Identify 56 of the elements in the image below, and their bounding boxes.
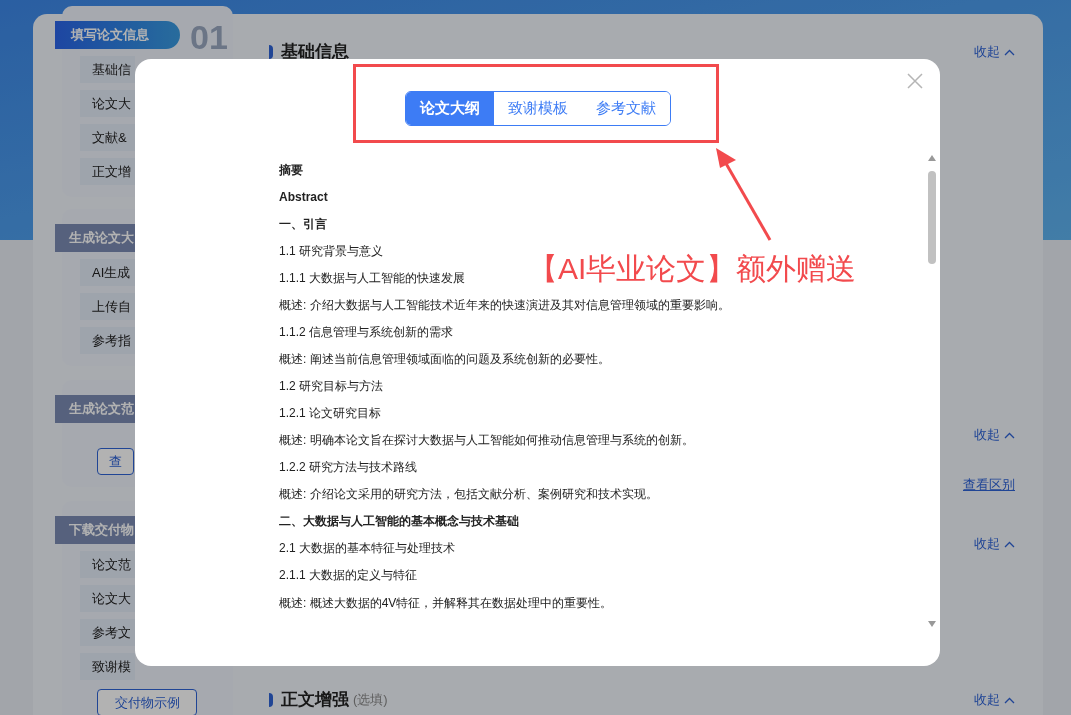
outline-line: 概述: 介绍大数据与人工智能技术近年来的快速演进及其对信息管理领域的重要影响。 xyxy=(279,296,730,314)
outline-line: 概述: 明确本论文旨在探讨大数据与人工智能如何推动信息管理与系统的创新。 xyxy=(279,432,694,450)
section-title: 基础信息 xyxy=(281,41,349,64)
sidebar-item[interactable]: AI生成 xyxy=(80,259,135,286)
collapse-toggle[interactable]: 收起 xyxy=(974,534,1015,554)
collapse-toggle[interactable]: 收起 xyxy=(974,425,1015,445)
outline-line: 1.2 研究目标与方法 xyxy=(279,378,383,396)
scroll-thumb[interactable] xyxy=(928,171,936,264)
chevron-up-icon xyxy=(1004,48,1015,56)
outline-button[interactable]: 交付物示例 xyxy=(97,689,197,715)
outline-line: 2.1.1 大数据的定义与特征 xyxy=(279,567,418,585)
step-number: 01 xyxy=(190,17,228,58)
outline-line: 1.1.1 大数据与人工智能的快速发展 xyxy=(279,269,466,287)
annotation-text: 【AI毕业论文】额外赠送 xyxy=(528,251,857,287)
scroll-down-icon xyxy=(928,621,936,627)
outline-line: 概述: 介绍论文采用的研究方法，包括文献分析、案例研究和技术实现。 xyxy=(279,486,658,504)
sidebar-item[interactable]: 论文范 xyxy=(80,551,135,578)
close-button[interactable] xyxy=(906,72,924,90)
section-marker xyxy=(269,693,273,707)
sidebar-item[interactable]: 基础信 xyxy=(80,56,135,83)
outline-line: 1.2.1 论文研究目标 xyxy=(279,405,382,423)
tab[interactable]: 论文大纲 xyxy=(405,92,494,125)
scroll-up-icon xyxy=(928,155,936,161)
section-title: 正文增强 xyxy=(281,689,349,712)
outline-line: 1.1.2 信息管理与系统创新的需求 xyxy=(279,323,454,341)
step-title: 生成论文大 xyxy=(55,224,137,252)
outline-button[interactable]: 查 xyxy=(97,448,134,475)
outline-line: Abstract xyxy=(279,188,328,206)
step-title: 生成论文范 xyxy=(55,395,137,423)
chevron-up-icon xyxy=(1004,540,1015,548)
sidebar-item[interactable]: 论文大 xyxy=(80,585,135,612)
collapse-toggle[interactable]: 收起 xyxy=(974,42,1015,62)
sidebar-item[interactable]: 论文大 xyxy=(80,90,135,117)
outline-line: 一、引言 xyxy=(279,215,327,233)
outline-line: 概述: 阐述当前信息管理领域面临的问题及系统创新的必要性。 xyxy=(279,350,610,368)
outline-line: 2.1 大数据的基本特征与处理技术 xyxy=(279,540,455,558)
outline-line: 概述: 概述大数据的4V特征，并解释其在数据处理中的重要性。 xyxy=(279,594,613,612)
chevron-up-icon xyxy=(1004,696,1015,704)
close-icon xyxy=(906,72,924,90)
sidebar-item[interactable]: 致谢模 xyxy=(80,653,135,680)
chevron-up-icon xyxy=(1004,431,1015,439)
sidebar-item[interactable]: 上传自 xyxy=(80,293,135,320)
optional-note: (选填) xyxy=(353,691,388,710)
outline-line: 1.2.2 研究方法与技术路线 xyxy=(279,459,418,477)
sidebar-item[interactable]: 文献& xyxy=(80,124,135,151)
section-marker xyxy=(269,45,273,59)
collapse-toggle[interactable]: 收起 xyxy=(974,690,1015,710)
outline-line: 摘要 xyxy=(279,161,303,179)
outline-line: 二、大数据与人工智能的基本概念与技术基础 xyxy=(279,513,519,531)
step-title: 填写论文信息 xyxy=(55,21,180,49)
sidebar-item[interactable]: 参考文 xyxy=(80,619,135,646)
sidebar-item[interactable]: 正文增 xyxy=(80,158,135,185)
sidebar-item[interactable]: 参考指 xyxy=(80,327,135,354)
outline-line: 1.1 研究背景与意义 xyxy=(279,242,383,260)
step-title: 下载交付物 xyxy=(55,516,137,544)
compare-link[interactable]: 查看区别 xyxy=(963,475,1015,495)
